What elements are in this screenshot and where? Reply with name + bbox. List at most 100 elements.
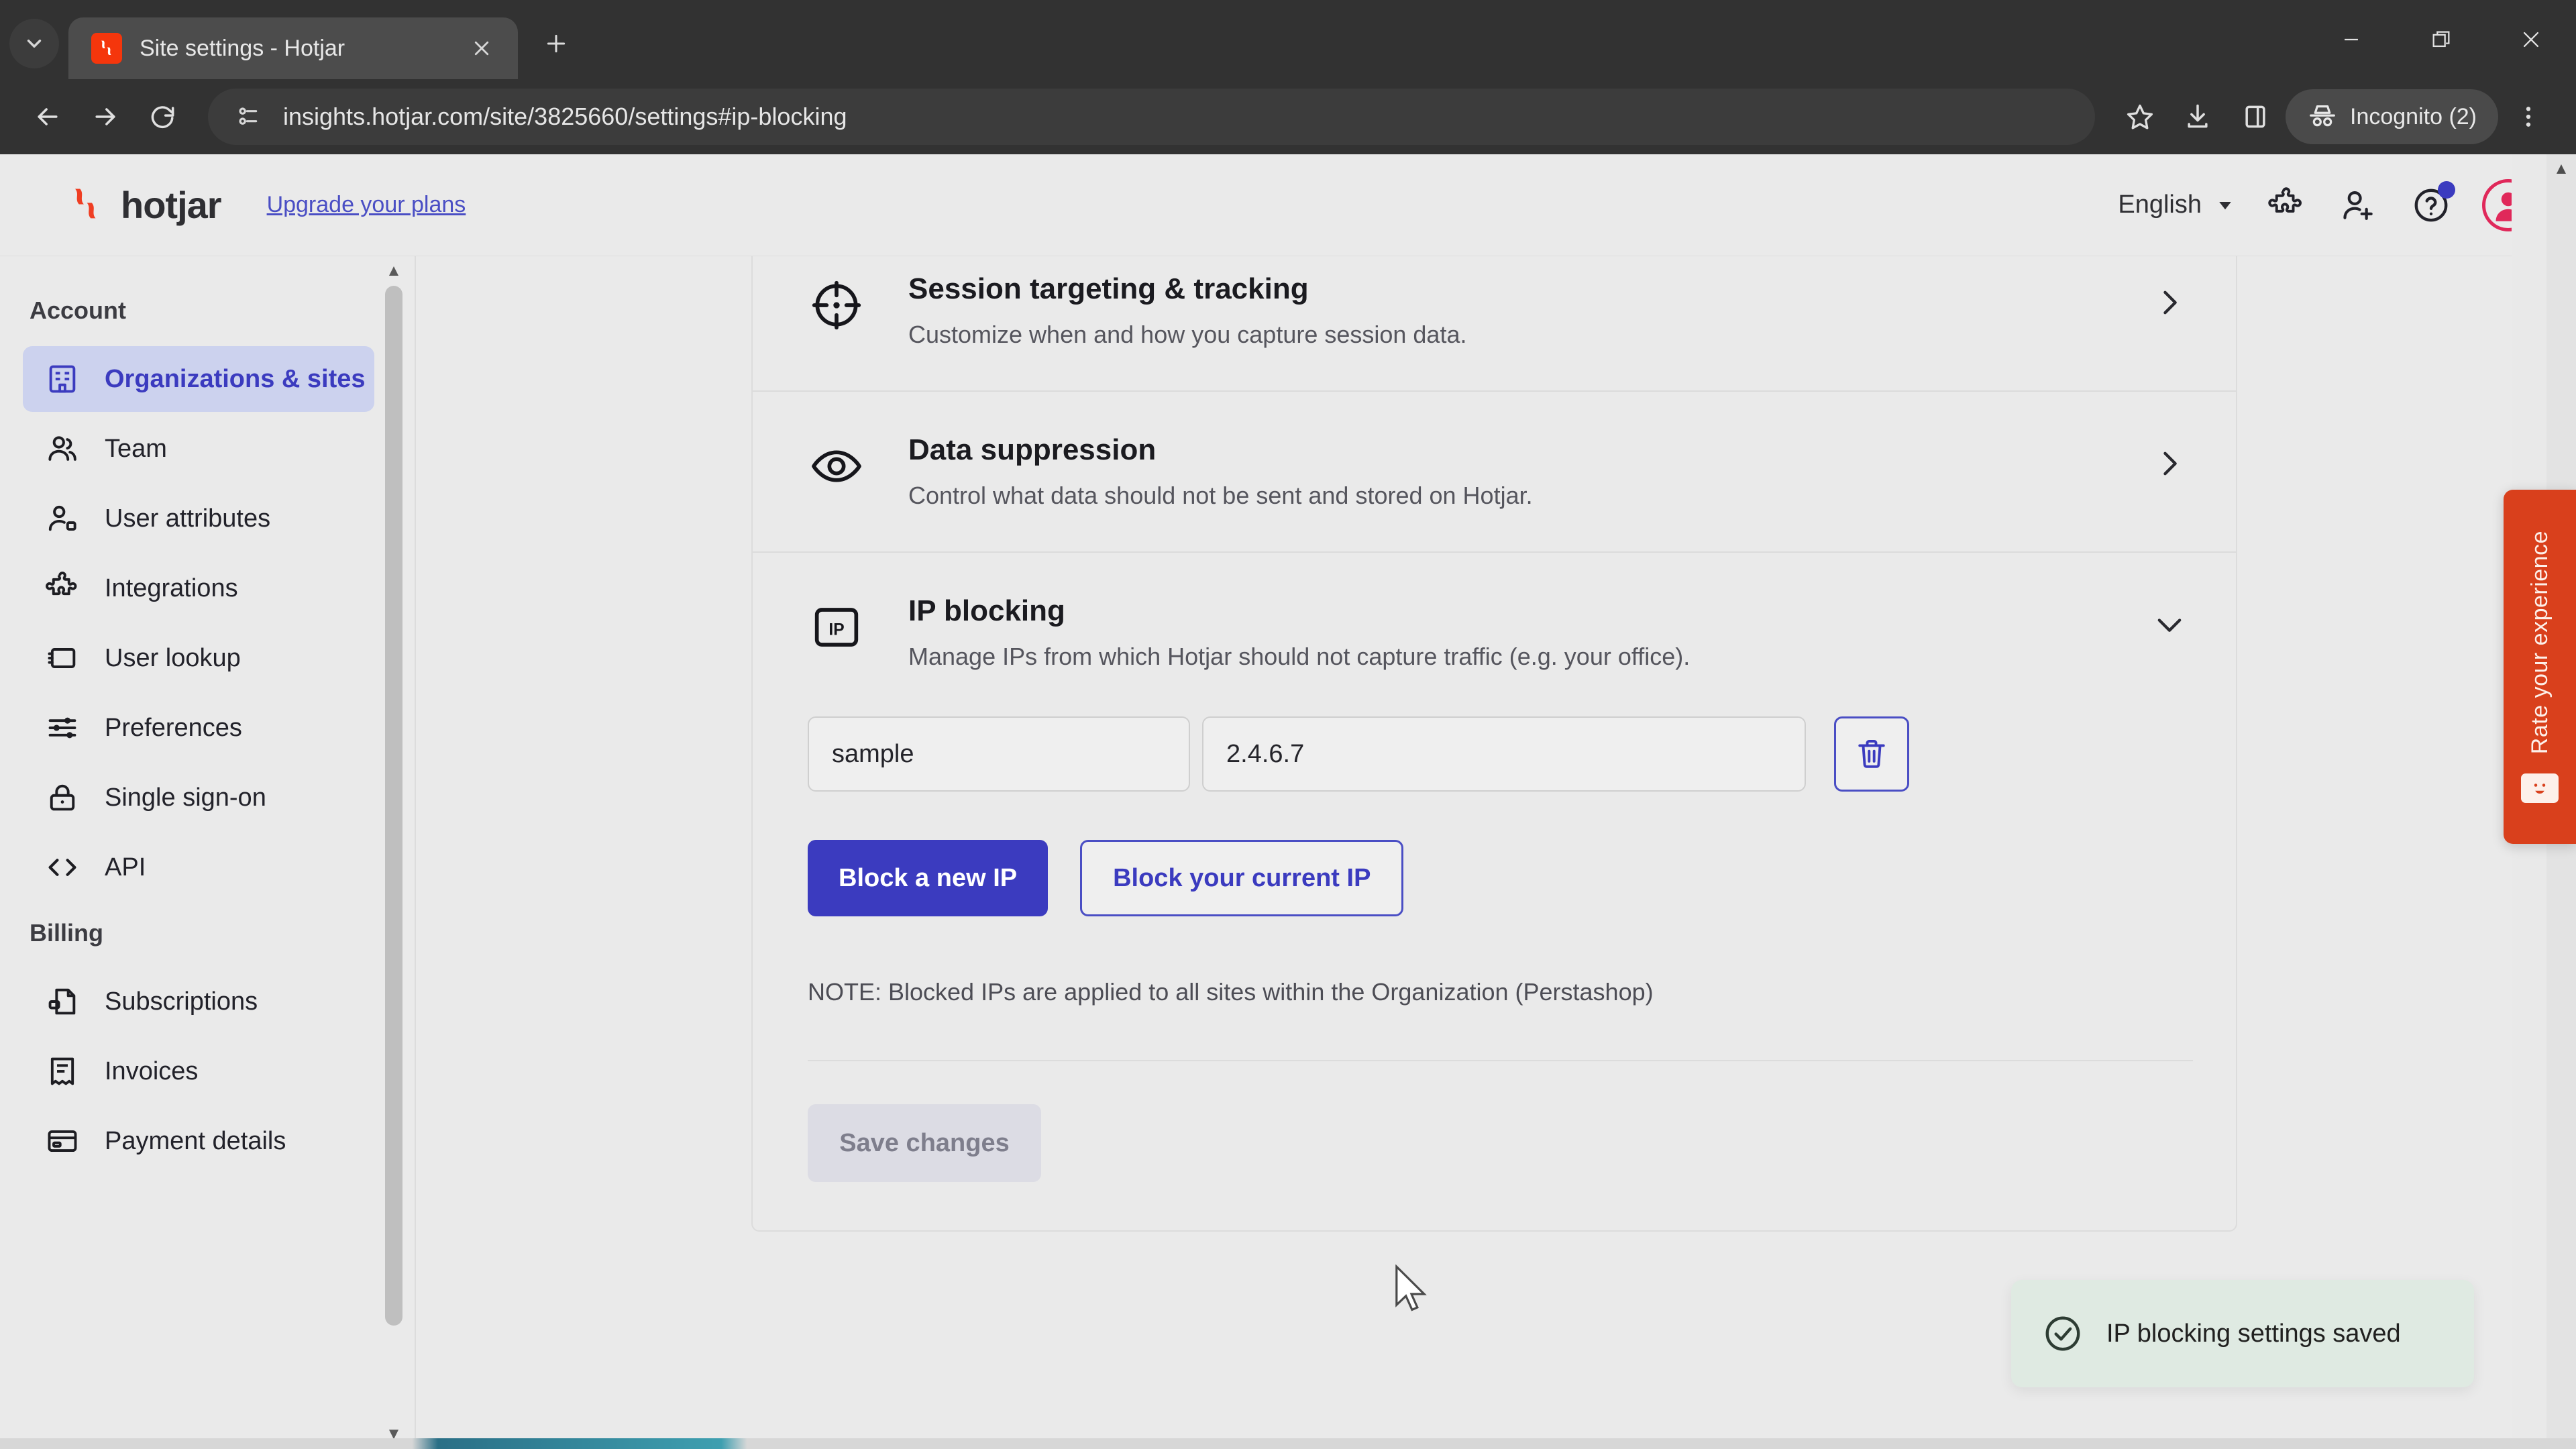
setting-row-subtitle: Manage IPs from which Hotjar should not … <box>908 643 1690 670</box>
sidebar-item-user-lookup[interactable]: User lookup <box>23 625 374 691</box>
code-brackets-icon <box>43 848 82 887</box>
smiley-face-icon <box>2521 773 2559 803</box>
language-label: English <box>2118 191 2202 219</box>
window-controls <box>2306 0 2576 79</box>
invite-user-icon-button[interactable] <box>2337 184 2380 227</box>
setting-row-title: Session targeting & tracking <box>908 272 1309 305</box>
ip-entry-row <box>808 716 2193 792</box>
sidebar-item-label: API <box>105 853 146 881</box>
restore-icon <box>2432 31 2450 48</box>
sidebar-item-api[interactable]: API <box>23 835 374 900</box>
close-icon <box>474 41 489 56</box>
back-button[interactable] <box>20 89 75 144</box>
ip-entry-delete-button[interactable] <box>1834 716 1909 792</box>
save-changes-button[interactable]: Save changes <box>808 1104 1041 1182</box>
sidebar-item-single-sign-on[interactable]: Single sign-on <box>23 765 374 830</box>
three-dot-menu-icon <box>2526 107 2531 127</box>
credit-card-icon <box>43 1122 82 1161</box>
tab-strip: Site settings - Hotjar <box>0 0 580 79</box>
save-row: Save changes <box>808 1061 2193 1230</box>
integrations-icon-button[interactable] <box>2265 184 2308 227</box>
sidebar-item-payment-details[interactable]: Payment details <box>23 1108 374 1174</box>
window-minimize-button[interactable] <box>2306 0 2396 79</box>
sidebar-item-team[interactable]: Team <box>23 416 374 482</box>
block-new-ip-button[interactable]: Block a new IP <box>808 840 1049 916</box>
reload-icon <box>151 106 174 129</box>
sidebar-item-label: Payment details <box>105 1126 286 1155</box>
back-arrow-icon <box>38 108 58 125</box>
browser-window: Site settings - Hotjar insights.hotjar.c… <box>0 0 2576 1449</box>
setting-row-title: Data suppression <box>908 433 1157 466</box>
app-body: Account Organizations & sites Team User … <box>0 256 2576 1449</box>
sidebar: Account Organizations & sites Team User … <box>0 256 416 1449</box>
chevron-right-icon[interactable] <box>2146 440 2193 487</box>
window-maximize-button[interactable] <box>2396 0 2486 79</box>
new-tab-button[interactable] <box>533 20 580 67</box>
ip-entry-name-input[interactable] <box>808 716 1190 792</box>
app-header: hotjar Upgrade your plans English <box>0 154 2576 256</box>
ip-blocking-actions: Block a new IP Block your current IP <box>808 840 2193 916</box>
downloads-button[interactable] <box>2170 89 2225 144</box>
sidebar-item-label: Subscriptions <box>105 987 258 1016</box>
ip-entry-address-input[interactable] <box>1202 716 1806 792</box>
puzzle-piece-icon <box>2268 186 2302 213</box>
toast-message: IP blocking settings saved <box>2106 1319 2401 1348</box>
help-notification-badge <box>2438 180 2455 199</box>
help-icon-button[interactable] <box>2410 180 2455 227</box>
sidebar-item-subscriptions[interactable]: Subscriptions <box>23 969 374 1034</box>
page-scroll-up-arrow[interactable]: ▲ <box>2546 154 2576 184</box>
incognito-indicator[interactable]: Incognito (2) <box>2286 89 2498 144</box>
setting-row-data-suppression[interactable]: Data suppression Control what data shoul… <box>753 392 2236 553</box>
setting-row-session-targeting[interactable]: Session targeting & tracking Customize w… <box>753 256 2236 392</box>
browser-tab[interactable]: Site settings - Hotjar <box>68 17 518 79</box>
block-current-ip-button[interactable]: Block your current IP <box>1080 840 1404 916</box>
incognito-label: Incognito (2) <box>2350 103 2477 129</box>
site-settings-card: Session targeting & tracking Customize w… <box>751 256 2237 1232</box>
sidebar-item-invoices[interactable]: Invoices <box>23 1038 374 1104</box>
hotjar-logo[interactable]: hotjar <box>64 183 222 227</box>
desktop-taskbar-sliver <box>0 1438 2576 1449</box>
page-viewport: hotjar Upgrade your plans English Accoun… <box>0 154 2576 1449</box>
sidebar-item-organizations-sites[interactable]: Organizations & sites <box>23 346 374 412</box>
ip-badge-icon: IP <box>808 598 865 656</box>
upgrade-plans-link[interactable]: Upgrade your plans <box>267 192 466 218</box>
puzzle-piece-icon <box>43 569 82 608</box>
chevron-right-icon[interactable] <box>2146 279 2193 326</box>
chevron-down-icon <box>27 40 42 48</box>
lookup-card-icon <box>43 639 82 678</box>
chevron-down-icon[interactable] <box>2146 601 2193 648</box>
eye-icon <box>808 437 865 495</box>
tab-search-button[interactable] <box>9 19 59 68</box>
page-info-icon[interactable] <box>232 101 264 133</box>
sidebar-item-label: Organizations & sites <box>105 364 366 393</box>
browser-menu-button[interactable] <box>2501 89 2556 144</box>
sidebar-scroll-up-arrow[interactable]: ▲ <box>385 258 402 284</box>
sidebar-scroll-thumb[interactable] <box>385 286 402 1326</box>
setting-row-subtitle: Customize when and how you capture sessi… <box>908 321 1467 348</box>
sidebar-scrollbar[interactable]: ▲ ▼ <box>384 256 404 1449</box>
user-tag-icon <box>43 499 82 538</box>
sidebar-group-label-billing: Billing <box>30 919 103 947</box>
forward-button[interactable] <box>78 89 133 144</box>
browser-toolbar: insights.hotjar.com/site/3825660/setting… <box>0 79 2576 154</box>
tab-close-button[interactable] <box>463 30 500 67</box>
forward-arrow-icon <box>95 108 115 125</box>
invoice-icon <box>43 1052 82 1091</box>
sidebar-item-preferences[interactable]: Preferences <box>23 695 374 761</box>
sidebar-item-user-attributes[interactable]: User attributes <box>23 486 374 551</box>
rate-experience-tab[interactable]: Rate your experience <box>2504 490 2576 844</box>
main-content: Session targeting & tracking Customize w… <box>416 256 2576 1449</box>
sidebar-item-integrations[interactable]: Integrations <box>23 555 374 621</box>
building-icon <box>43 360 82 398</box>
hotjar-logo-icon <box>91 33 122 64</box>
language-selector[interactable]: English <box>2118 191 2235 219</box>
trash-icon <box>1858 739 1885 768</box>
side-panel-button[interactable] <box>2228 89 2283 144</box>
reload-button[interactable] <box>136 89 191 144</box>
setting-row-ip-blocking[interactable]: IP IP blocking Manage IPs from which Hot… <box>753 553 2236 683</box>
bookmark-button[interactable] <box>2112 89 2167 144</box>
address-bar[interactable]: insights.hotjar.com/site/3825660/setting… <box>208 89 2095 145</box>
check-circle-icon <box>2042 1313 2084 1354</box>
window-close-button[interactable] <box>2486 0 2576 79</box>
crosshair-icon <box>808 276 865 334</box>
